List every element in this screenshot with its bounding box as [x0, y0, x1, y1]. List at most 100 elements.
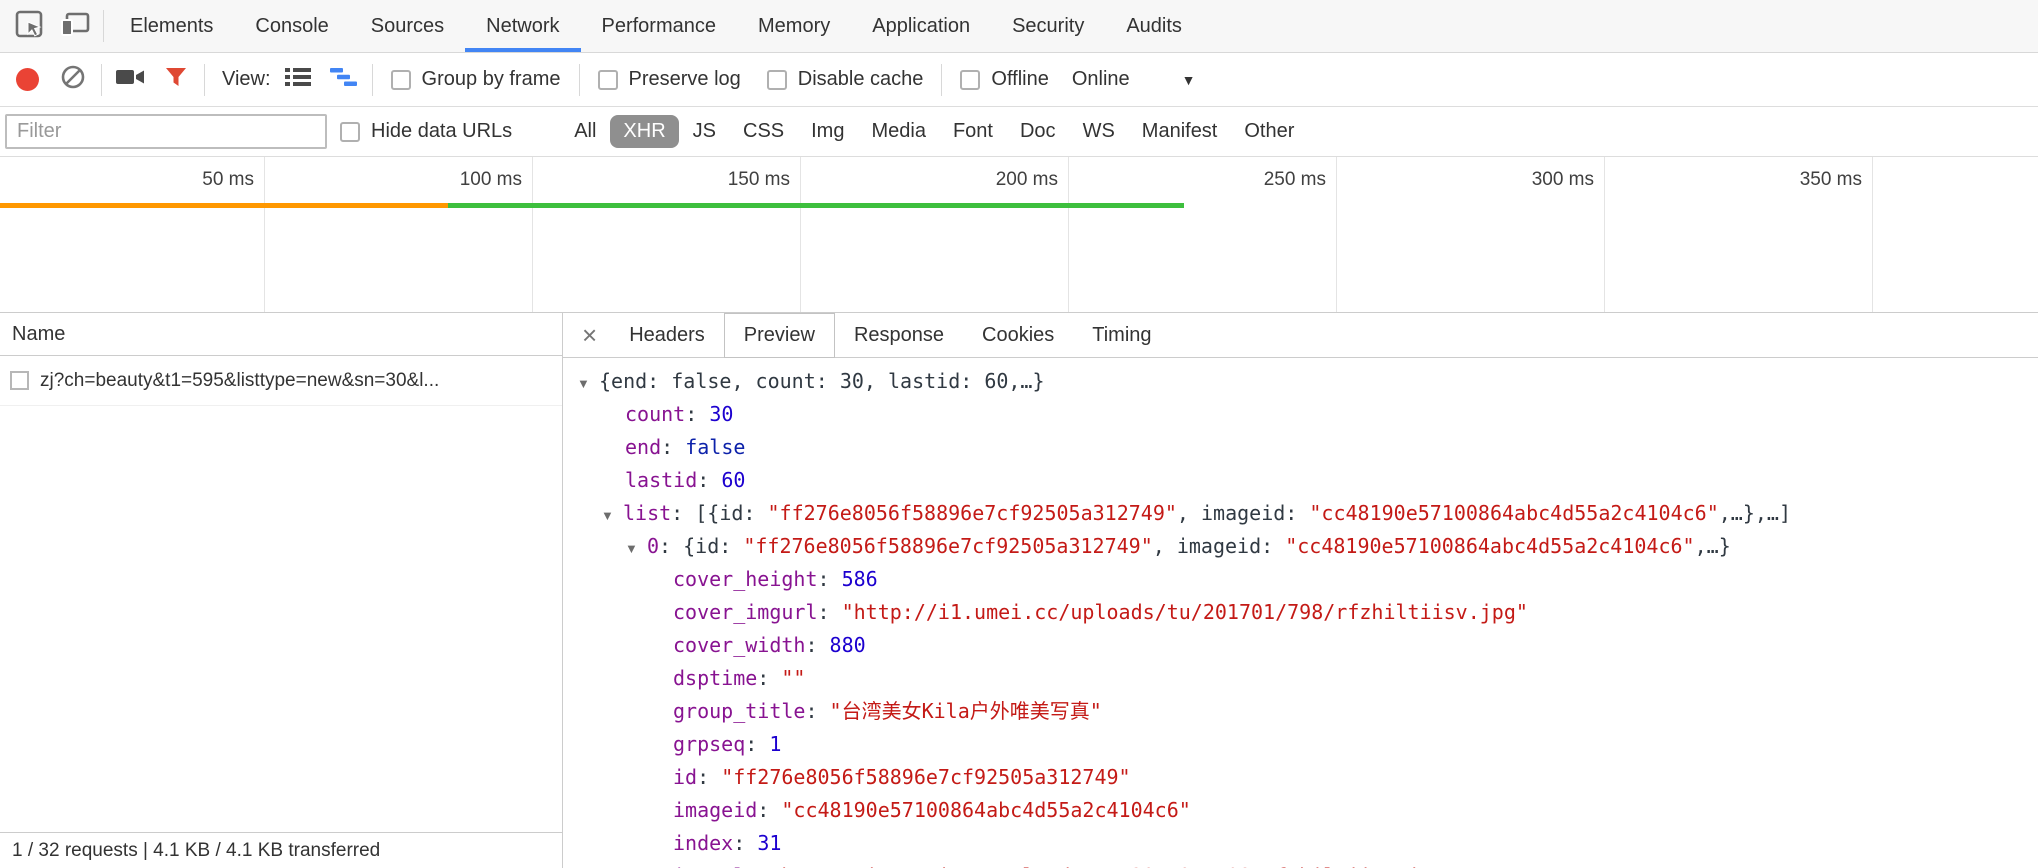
- token-str: "台湾美女Kila户外唯美写真": [830, 699, 1102, 723]
- filter-pill-media[interactable]: Media: [858, 115, 938, 148]
- tab-performance[interactable]: Performance: [581, 0, 738, 52]
- token-key: id: [673, 765, 697, 789]
- separator: [941, 64, 942, 96]
- filter-pill-xhr[interactable]: XHR: [610, 115, 678, 148]
- filmstrip-button[interactable]: [107, 53, 153, 106]
- disclosure-triangle-icon[interactable]: ▼: [601, 499, 623, 532]
- timeline-gridline: [800, 157, 801, 312]
- tab-application[interactable]: Application: [851, 0, 991, 52]
- token-bool: false: [685, 435, 745, 459]
- token-str: "ff276e8056f58896e7cf92505a312749": [743, 534, 1152, 558]
- filter-pill-all[interactable]: All: [561, 115, 609, 148]
- tab-memory[interactable]: Memory: [737, 0, 851, 52]
- token-num: 880: [830, 633, 866, 657]
- request-name: zj?ch=beauty&t1=595&listtype=new&sn=30&l…: [40, 370, 439, 392]
- tab-security[interactable]: Security: [991, 0, 1105, 52]
- token-plain: :: [818, 600, 842, 624]
- filter-pill-doc[interactable]: Doc: [1007, 115, 1069, 148]
- checkbox-icon[interactable]: [960, 70, 980, 90]
- tree-line: grpseq: 1: [563, 728, 2038, 761]
- offline-checkbox-item[interactable]: Offline: [960, 68, 1048, 91]
- requests-summary: 1 / 32 requests | 4.1 KB / 4.1 KB transf…: [0, 832, 562, 868]
- device-toolbar-button[interactable]: [52, 0, 98, 52]
- record-button[interactable]: [4, 53, 50, 106]
- throttling-select[interactable]: Online ▼: [1072, 68, 1196, 91]
- tree-line[interactable]: ▼list: [{id: "ff276e8056f58896e7cf92505a…: [563, 497, 2038, 530]
- requests-panel: Name zj?ch=beauty&t1=595&listtype=new&sn…: [0, 313, 563, 868]
- camera-icon: [115, 66, 145, 93]
- request-row[interactable]: zj?ch=beauty&t1=595&listtype=new&sn=30&l…: [0, 356, 562, 406]
- token-num: 31: [757, 831, 781, 855]
- chevron-down-icon: ▼: [1182, 72, 1196, 88]
- request-rows-view-button[interactable]: [275, 53, 321, 106]
- name-column-header[interactable]: Name: [0, 313, 562, 356]
- token-plain: :: [685, 402, 709, 426]
- timeline-overview[interactable]: 50 ms100 ms150 ms200 ms250 ms300 ms350 m…: [0, 157, 2038, 313]
- clear-button[interactable]: [50, 53, 96, 106]
- token-key: end: [625, 435, 661, 459]
- checkbox-icon[interactable]: [340, 122, 360, 142]
- filter-pill-css[interactable]: CSS: [730, 115, 797, 148]
- tab-sources[interactable]: Sources: [350, 0, 465, 52]
- timeline-label: 200 ms: [898, 169, 1058, 191]
- detail-tab-preview[interactable]: Preview: [724, 313, 835, 358]
- list-rows-icon: [284, 66, 312, 93]
- disclosure-triangle-icon[interactable]: ▼: [577, 367, 599, 400]
- token-str: "ff276e8056f58896e7cf92505a312749": [768, 501, 1177, 525]
- filter-pill-manifest[interactable]: Manifest: [1129, 115, 1231, 148]
- close-details-button[interactable]: ×: [569, 313, 610, 358]
- tab-network[interactable]: Network: [465, 0, 580, 52]
- filter-pill-ws[interactable]: WS: [1070, 115, 1128, 148]
- filter-pill-img[interactable]: Img: [798, 115, 857, 148]
- token-plain: ,…}: [1695, 534, 1731, 558]
- timeline-label: 350 ms: [1702, 169, 1862, 191]
- token-plain: :: [757, 798, 781, 822]
- token-key: cover_width: [673, 633, 805, 657]
- details-panel: × HeadersPreviewResponseCookiesTiming ▼{…: [563, 313, 2038, 868]
- request-list-filler: [0, 406, 562, 832]
- timeline-label: 50 ms: [94, 169, 254, 191]
- checkbox-icon[interactable]: [598, 70, 618, 90]
- detail-tab-headers[interactable]: Headers: [610, 313, 724, 358]
- filter-button[interactable]: [153, 53, 199, 106]
- detail-tab-timing[interactable]: Timing: [1073, 313, 1170, 358]
- filter-pill-font[interactable]: Font: [940, 115, 1006, 148]
- tree-line: dsptime: "": [563, 662, 2038, 695]
- tree-line[interactable]: ▼0: {id: "ff276e8056f58896e7cf92505a3127…: [563, 530, 2038, 563]
- separator: [101, 64, 102, 96]
- tree-line[interactable]: ▼{end: false, count: 30, lastid: 60,…}: [563, 365, 2038, 398]
- disable-cache-label: Disable cache: [798, 68, 924, 91]
- resource-filter-pills: AllXHRJSCSSImgMediaFontDocWSManifestOthe…: [561, 115, 1308, 148]
- preserve-log-checkbox-item[interactable]: Preserve log: [598, 68, 741, 91]
- filter-toolbar: Hide data URLs AllXHRJSCSSImgMediaFontDo…: [0, 107, 2038, 157]
- timeline-gridline: [1604, 157, 1605, 312]
- checkbox-icon[interactable]: [391, 70, 411, 90]
- tab-audits[interactable]: Audits: [1105, 0, 1203, 52]
- overview-view-button[interactable]: [321, 53, 367, 106]
- checkbox-icon[interactable]: [767, 70, 787, 90]
- detail-tab-response[interactable]: Response: [835, 313, 963, 358]
- group-by-frame-label: Group by frame: [422, 68, 561, 91]
- disable-cache-checkbox-item[interactable]: Disable cache: [767, 68, 924, 91]
- filter-pill-js[interactable]: JS: [680, 115, 729, 148]
- token-plain: :: [805, 699, 829, 723]
- offline-label: Offline: [991, 68, 1048, 91]
- disclosure-triangle-icon[interactable]: ▼: [625, 532, 647, 565]
- timeline-label: 250 ms: [1166, 169, 1326, 191]
- tree-line: imageid: "cc48190e57100864abc4d55a2c4104…: [563, 794, 2038, 827]
- filter-pill-other[interactable]: Other: [1231, 115, 1307, 148]
- overview-bar-segment: [448, 203, 1184, 208]
- token-plain: :: [697, 468, 721, 492]
- inspect-button[interactable]: [6, 0, 52, 52]
- record-icon: [16, 68, 39, 91]
- detail-tab-cookies[interactable]: Cookies: [963, 313, 1073, 358]
- filter-input[interactable]: [5, 114, 327, 149]
- hide-data-urls-checkbox-item[interactable]: Hide data URLs: [340, 120, 512, 143]
- group-by-frame-checkbox-item[interactable]: Group by frame: [391, 68, 561, 91]
- token-key: dsptime: [673, 666, 757, 690]
- tab-console[interactable]: Console: [234, 0, 349, 52]
- tab-elements[interactable]: Elements: [109, 0, 234, 52]
- token-num: 586: [842, 567, 878, 591]
- token-plain: ,…},…]: [1719, 501, 1791, 525]
- token-str: "cc48190e57100864abc4d55a2c4104c6": [781, 798, 1190, 822]
